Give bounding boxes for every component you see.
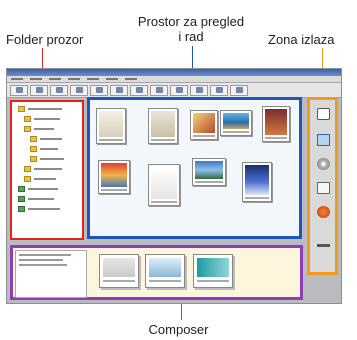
- clear-icon[interactable]: [317, 244, 330, 247]
- properties-button[interactable]: [170, 84, 188, 96]
- image-thumbnail[interactable]: [148, 164, 180, 206]
- output-zone-panel: [307, 97, 338, 275]
- folder-tree-item[interactable]: [18, 185, 82, 192]
- composer-label: Composer: [148, 322, 209, 337]
- zoom-button[interactable]: [210, 84, 228, 96]
- folder-icon: [18, 195, 25, 202]
- toolbar: [7, 83, 341, 98]
- folder-tree-item[interactable]: [18, 105, 82, 112]
- folder-tree-item[interactable]: [24, 175, 82, 182]
- composer-page[interactable]: [193, 254, 233, 288]
- folder-tree-item[interactable]: [24, 115, 82, 122]
- folder-tree-item[interactable]: [18, 205, 82, 212]
- slideshow-icon: [135, 87, 143, 93]
- folder-icon: [30, 155, 37, 162]
- refresh-icon: [75, 87, 83, 93]
- title-bar: [7, 69, 341, 76]
- folder-panel[interactable]: [10, 100, 84, 240]
- back-button[interactable]: [10, 84, 28, 96]
- print-button[interactable]: [90, 84, 108, 96]
- image-thumbnail[interactable]: [190, 110, 218, 140]
- composer-file-list[interactable]: [15, 250, 87, 298]
- folder-window-label: Folder prozor: [6, 32, 84, 47]
- email-output-icon[interactable]: [317, 134, 330, 146]
- view-button[interactable]: [150, 84, 168, 96]
- email-icon: [115, 87, 123, 93]
- properties-icon: [175, 87, 183, 93]
- image-thumbnail[interactable]: [242, 162, 272, 202]
- folder-tree-item[interactable]: [24, 125, 82, 132]
- web-button[interactable]: [190, 84, 208, 96]
- print-icon: [95, 87, 103, 93]
- help-button[interactable]: [230, 84, 248, 96]
- folder-icon: [24, 175, 31, 182]
- image-thumbnail[interactable]: [98, 160, 130, 194]
- folder-icon: [24, 165, 31, 172]
- folder-icon: [30, 135, 37, 142]
- slideshow-button[interactable]: [130, 84, 148, 96]
- forward-icon: [35, 87, 43, 93]
- image-thumbnail[interactable]: [262, 106, 290, 142]
- folder-icon: [18, 205, 25, 212]
- web-output-icon[interactable]: [317, 206, 330, 218]
- view-icon: [155, 87, 163, 93]
- browse-area-label: Prostor za pregled i rad: [137, 14, 245, 44]
- print-output-icon[interactable]: [317, 108, 330, 120]
- web-icon: [195, 87, 203, 93]
- folder-tree-item[interactable]: [30, 145, 82, 152]
- folder-icon: [24, 115, 31, 122]
- folder-icon: [18, 105, 25, 112]
- folder-tree-item[interactable]: [30, 155, 82, 162]
- folder-icon: [30, 145, 37, 152]
- folder-icon: [24, 125, 31, 132]
- image-thumbnail[interactable]: [96, 108, 126, 144]
- menu-bar[interactable]: [7, 76, 341, 83]
- burn-cd-icon[interactable]: [317, 158, 330, 170]
- folder-tree-item[interactable]: [18, 195, 82, 202]
- output-zone-label: Zona izlaza: [268, 32, 335, 47]
- application-window: [6, 68, 342, 304]
- help-icon: [235, 87, 243, 93]
- folder-tree-item[interactable]: [30, 135, 82, 142]
- image-thumbnail[interactable]: [192, 158, 226, 186]
- back-icon: [15, 87, 23, 93]
- composer-page[interactable]: [99, 254, 139, 288]
- browse-work-area[interactable]: [87, 97, 302, 239]
- composer-page[interactable]: [145, 254, 185, 288]
- up-button[interactable]: [50, 84, 68, 96]
- forward-button[interactable]: [30, 84, 48, 96]
- image-thumbnail[interactable]: [220, 110, 252, 136]
- zoom-icon: [215, 87, 223, 93]
- document-output-icon[interactable]: [317, 182, 330, 194]
- email-button[interactable]: [110, 84, 128, 96]
- up-icon: [55, 87, 63, 93]
- refresh-button[interactable]: [70, 84, 88, 96]
- image-thumbnail[interactable]: [148, 108, 178, 144]
- composer-panel[interactable]: [10, 245, 303, 300]
- folder-tree-item[interactable]: [24, 165, 82, 172]
- folder-icon: [18, 185, 25, 192]
